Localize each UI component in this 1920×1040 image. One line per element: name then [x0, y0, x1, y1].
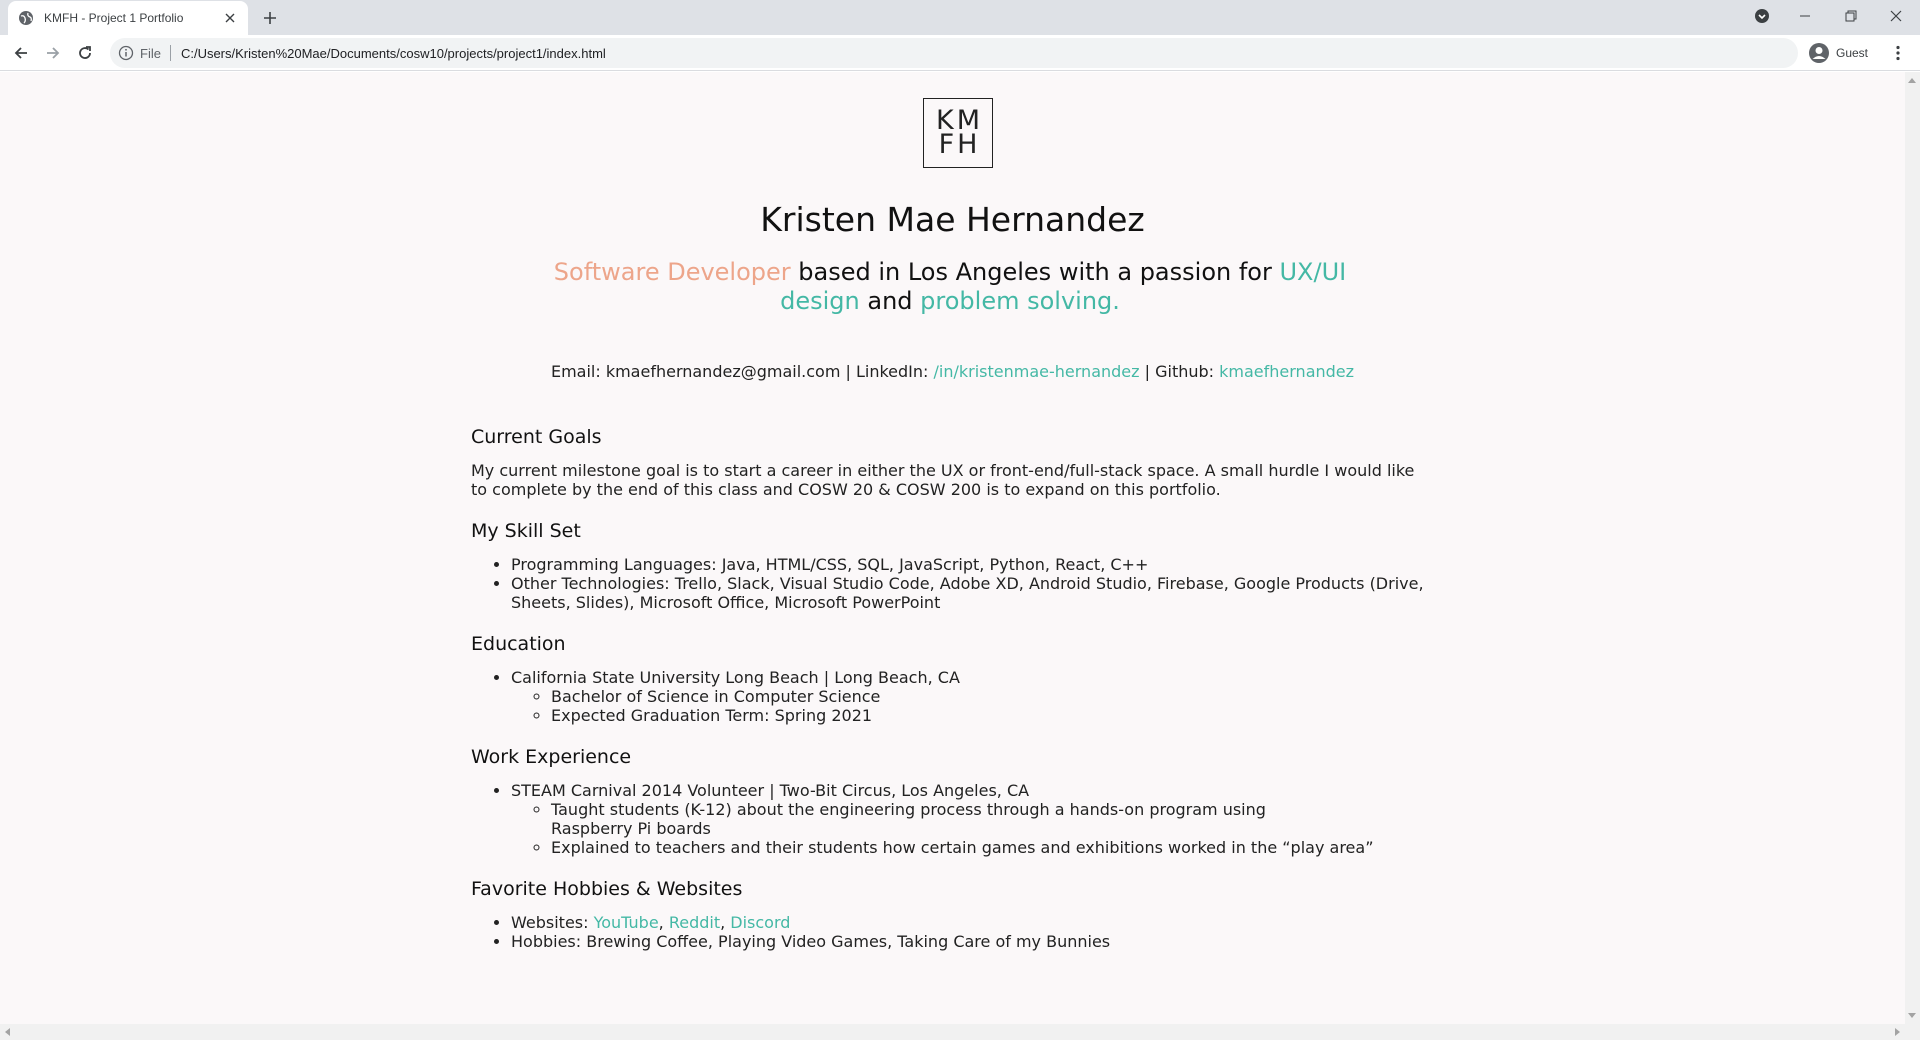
tab-search-button[interactable] [1750, 0, 1774, 32]
browser-toolbar: File C:/Users/Kristen%20Mae/Documents/co… [0, 35, 1920, 71]
school-name: California State University Long Beach |… [511, 668, 960, 687]
list-item: Websites: YouTube, Reddit, Discord [511, 913, 1431, 932]
education-heading: Education [471, 633, 566, 655]
education-details: Bachelor of Science in Computer Science … [511, 687, 1431, 725]
page-viewport: KM FH Kristen Mae Hernandez Software Dev… [0, 72, 1905, 1024]
contact-email: Email: kmaefhernandez@gmail.com | Linked… [550, 362, 934, 381]
scroll-up-icon[interactable] [1908, 78, 1916, 83]
vertical-scrollbar[interactable] [1905, 72, 1920, 1024]
arrow-right-icon [47, 47, 60, 59]
youtube-link[interactable]: YouTube [594, 913, 659, 932]
separator: , [658, 913, 669, 932]
list-item: Programming Languages: Java, HTML/CSS, S… [511, 555, 1431, 574]
hobbies-list: Websites: YouTube, Reddit, Discord Hobbi… [471, 913, 1431, 951]
list-item: Bachelor of Science in Computer Science [551, 687, 1431, 706]
info-icon[interactable] [118, 45, 134, 61]
close-tab-icon[interactable] [222, 10, 238, 26]
new-tab-button[interactable] [258, 6, 282, 30]
resume-content: Current Goals My current milestone goal … [471, 426, 1431, 972]
tagline-text-2: and [859, 287, 921, 315]
url-text[interactable]: C:/Users/Kristen%20Mae/Documents/cosw10/… [181, 46, 606, 61]
url-scheme-label: File [140, 45, 161, 61]
contact-line: Email: kmaefhernandez@gmail.com | Linked… [0, 362, 1905, 381]
scroll-right-icon[interactable] [1895, 1028, 1900, 1036]
job-title: STEAM Carnival 2014 Volunteer | Two-Bit … [511, 781, 1030, 800]
tagline-focus-problem-solving: problem solving. [920, 287, 1120, 315]
tab-strip: KMFH - Project 1 Portfolio [0, 0, 1920, 35]
forward-button[interactable] [41, 41, 65, 65]
back-button[interactable] [9, 41, 33, 65]
omnibox-divider [169, 45, 171, 61]
logo-line-2: FH [938, 129, 981, 160]
reddit-link[interactable]: Reddit [669, 913, 720, 932]
menu-button[interactable] [1886, 41, 1910, 65]
contact-github-label: | Github: [1139, 362, 1220, 381]
restore-icon [1845, 10, 1857, 22]
profile-button[interactable]: Guest [1806, 38, 1874, 68]
list-item: Explained to teachers and their students… [551, 838, 1411, 857]
scroll-left-icon[interactable] [5, 1028, 10, 1036]
globe-icon [18, 10, 34, 26]
profile-label: Guest [1836, 46, 1869, 60]
goals-text: My current milestone goal is to start a … [471, 461, 1415, 499]
reload-button[interactable] [73, 41, 97, 65]
discord-link[interactable]: Discord [730, 913, 790, 932]
chevron-down-circle-icon [1755, 9, 1769, 23]
tagline-role: Software Developer [553, 258, 791, 286]
list-item: Taught students (K-12) about the enginee… [551, 800, 1411, 838]
arrow-left-icon [14, 47, 27, 59]
scroll-down-icon[interactable] [1908, 1013, 1916, 1018]
list-item: STEAM Carnival 2014 Volunteer | Two-Bit … [511, 781, 1431, 857]
education-list: California State University Long Beach |… [471, 668, 1431, 725]
work-heading: Work Experience [471, 746, 632, 768]
plus-icon [264, 12, 276, 24]
kmfh-logo: KM FH [923, 98, 993, 168]
websites-label: Websites: [511, 913, 594, 932]
avatar-icon [1809, 43, 1829, 63]
skills-list: Programming Languages: Java, HTML/CSS, S… [471, 555, 1431, 612]
tagline-text-1: based in Los Angeles with a passion for [790, 258, 1280, 286]
close-icon [1890, 10, 1902, 22]
list-item: Hobbies: Brewing Coffee, Playing Video G… [511, 932, 1431, 951]
minimize-button[interactable] [1786, 0, 1824, 32]
list-item: California State University Long Beach |… [511, 668, 1431, 725]
reload-icon [79, 46, 91, 59]
github-link[interactable]: kmaefhernandez [1219, 362, 1354, 381]
tab-title: KMFH - Project 1 Portfolio [44, 11, 184, 25]
separator: , [720, 913, 731, 932]
goals-heading: Current Goals [471, 426, 602, 448]
close-window-button[interactable] [1876, 0, 1916, 32]
browser-tab[interactable]: KMFH - Project 1 Portfolio [8, 1, 248, 35]
work-list: STEAM Carnival 2014 Volunteer | Two-Bit … [471, 781, 1431, 857]
list-item: Other Technologies: Trello, Slack, Visua… [511, 574, 1431, 612]
list-item: Expected Graduation Term: Spring 2021 [551, 706, 1431, 725]
minimize-icon [1800, 15, 1810, 17]
page-title: Kristen Mae Hernandez [760, 200, 1145, 239]
hobbies-heading: Favorite Hobbies & Websites [471, 878, 743, 900]
tagline: Software Developer based in Los Angeles … [540, 258, 1360, 316]
work-details: Taught students (K-12) about the enginee… [511, 800, 1411, 857]
skills-heading: My Skill Set [471, 520, 581, 542]
more-vert-icon [1896, 45, 1900, 61]
address-bar[interactable]: File C:/Users/Kristen%20Mae/Documents/co… [110, 38, 1798, 68]
restore-button[interactable] [1832, 0, 1870, 32]
horizontal-scrollbar[interactable] [0, 1024, 1920, 1040]
linkedin-link[interactable]: /in/kristenmae-hernandez [934, 362, 1140, 381]
